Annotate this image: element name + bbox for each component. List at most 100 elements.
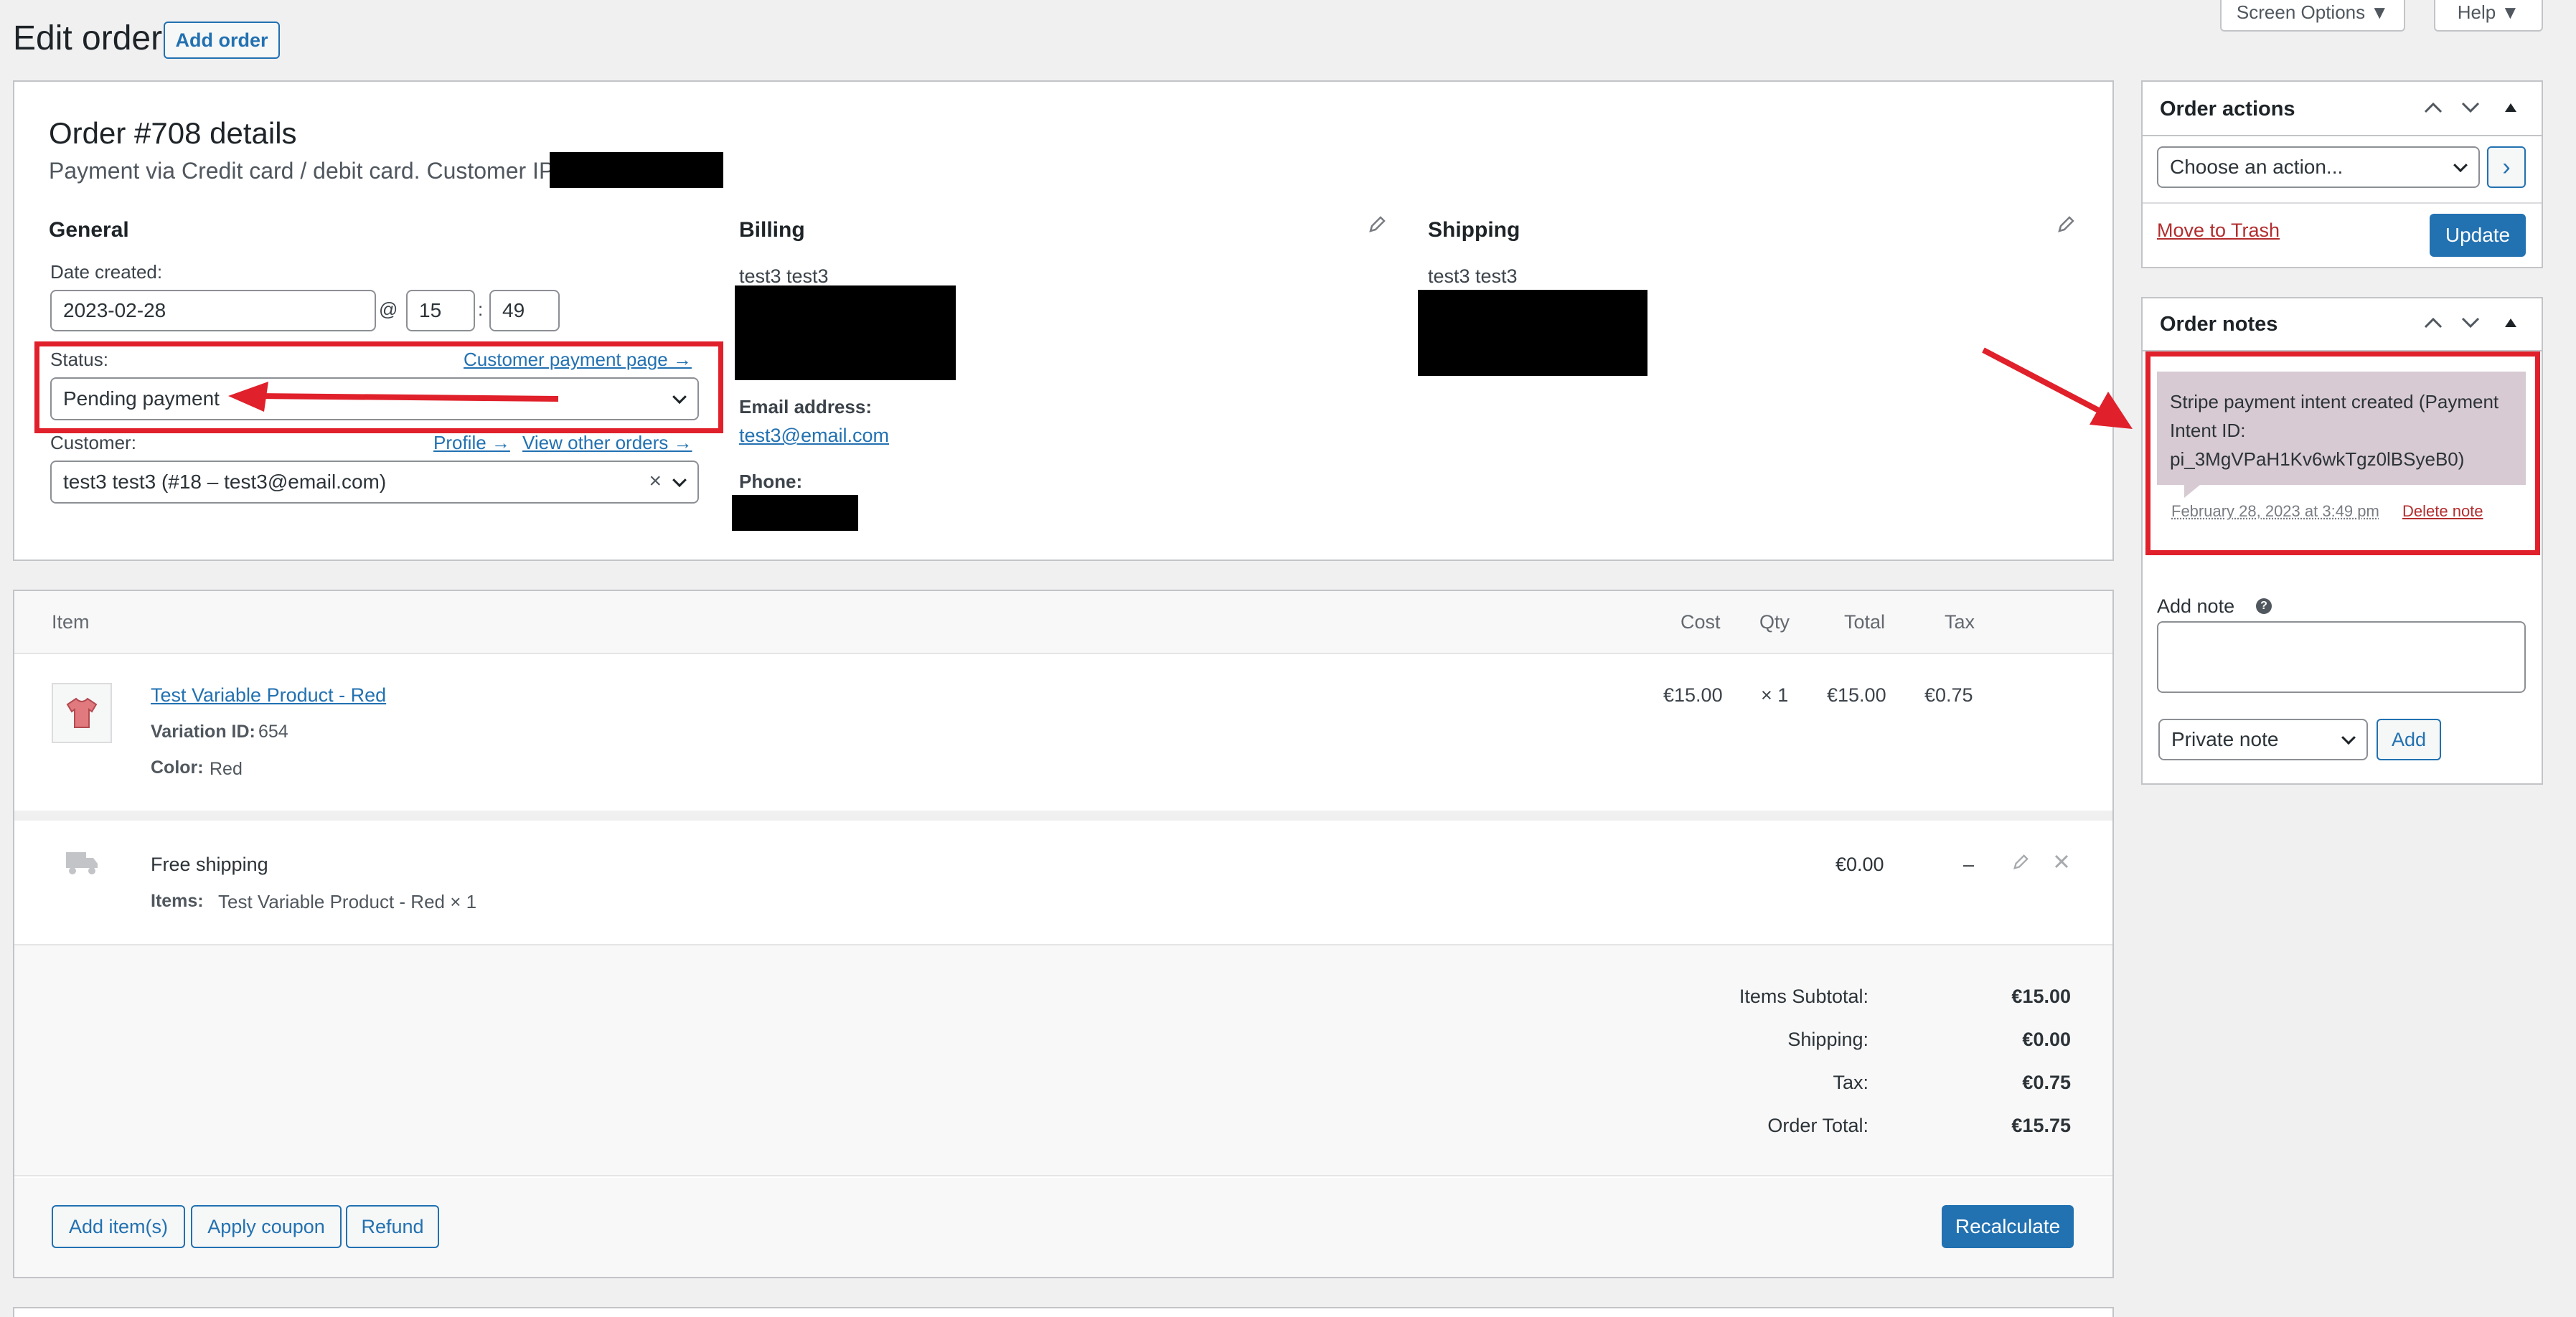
general-title: General	[49, 218, 129, 242]
hour-input[interactable]: 15	[406, 290, 475, 331]
row-divider	[14, 811, 2112, 821]
truck-icon	[66, 852, 98, 874]
time-colon: :	[478, 298, 484, 320]
move-down-chevron-icon[interactable]	[2460, 99, 2481, 116]
move-up-chevron-icon[interactable]	[2422, 99, 2444, 116]
subtotal-label: Items Subtotal:	[1739, 986, 1868, 1007]
product-thumbnail	[52, 683, 112, 743]
tshirt-icon	[66, 697, 98, 728]
add-order-button[interactable]: Add order	[164, 22, 280, 59]
product-link[interactable]: Test Variable Product - Red	[151, 684, 386, 707]
product-tax: €0.75	[1924, 684, 1973, 706]
order-action-select[interactable]: Choose an action...	[2157, 146, 2480, 188]
email-label: Email address:	[739, 396, 872, 417]
customer-select[interactable]: test3 test3 (#18 – test3@email.com) ×	[50, 461, 699, 504]
screen-options-button[interactable]: Screen Options ▼	[2220, 0, 2405, 32]
add-note-button[interactable]: Add	[2377, 719, 2441, 760]
tax-total-label: Tax:	[1833, 1072, 1868, 1093]
note-type-value: Private note	[2171, 728, 2279, 750]
shipping-items-value: Test Variable Product - Red × 1	[218, 891, 477, 912]
product-cost: €15.00	[1663, 684, 1723, 706]
column-tax: Tax	[1945, 611, 1975, 633]
delete-shipping-line-close-icon[interactable]	[2054, 854, 2069, 869]
order-action-value: Choose an action...	[2170, 156, 2344, 178]
chevron-down-icon	[672, 473, 687, 488]
view-other-orders-link[interactable]: View other orders →	[522, 432, 692, 454]
billing-phone-redacted	[732, 495, 858, 531]
move-to-trash-link[interactable]: Move to Trash	[2157, 220, 2280, 242]
order-note-bubble: Stripe payment intent created (Payment I…	[2157, 372, 2526, 485]
order-total-value: €15.75	[2011, 1115, 2071, 1136]
shipping-total-label: Shipping:	[1787, 1029, 1868, 1050]
update-button[interactable]: Update	[2430, 214, 2526, 257]
color-value: Red	[210, 759, 243, 779]
refund-button[interactable]: Refund	[346, 1205, 439, 1248]
shipping-line-tax: –	[1963, 854, 1975, 875]
chevron-down-icon	[2453, 158, 2468, 173]
column-item: Item	[52, 611, 90, 633]
collapse-triangle-icon[interactable]	[2504, 317, 2517, 329]
note-type-select[interactable]: Private note	[2158, 719, 2368, 760]
minute-input[interactable]: 49	[489, 290, 560, 331]
customer-ip-redacted	[550, 152, 723, 188]
collapse-triangle-icon[interactable]	[2504, 102, 2517, 113]
edit-billing-pencil-icon[interactable]	[1368, 215, 1386, 234]
customer-payment-page-link[interactable]: Customer payment page →	[464, 349, 692, 371]
delete-note-link[interactable]: Delete note	[2402, 502, 2483, 521]
column-total: Total	[1844, 611, 1886, 633]
variation-id-label: Variation ID:	[151, 722, 255, 742]
payment-info: Payment via Credit card / debit card. Cu…	[49, 158, 561, 184]
billing-name: test3 test3	[739, 265, 829, 287]
billing-address-redacted	[735, 285, 956, 380]
at-symbol: @	[379, 298, 398, 320]
status-label: Status:	[50, 349, 108, 370]
billing-email-link[interactable]: test3@email.com	[739, 425, 889, 447]
apply-coupon-button[interactable]: Apply coupon	[191, 1205, 342, 1248]
status-value: Pending payment	[63, 387, 220, 410]
order-heading: Order #708 details	[49, 116, 297, 150]
add-items-button[interactable]: Add item(s)	[52, 1205, 185, 1248]
shipping-name: test3 test3	[1428, 265, 1518, 287]
add-note-label: Add note	[2157, 595, 2235, 617]
move-down-chevron-icon[interactable]	[2460, 314, 2481, 331]
order-notes-title: Order notes	[2160, 313, 2278, 336]
billing-title: Billing	[739, 218, 805, 242]
order-note-text: Stripe payment intent created (Payment I…	[2170, 391, 2499, 470]
edit-shipping-line-pencil-icon[interactable]	[2012, 854, 2029, 871]
shipping-address-redacted	[1418, 290, 1647, 376]
note-bubble-tail	[2184, 485, 2200, 498]
shipping-method-name: Free shipping	[151, 854, 268, 875]
customer-value: test3 test3 (#18 – test3@email.com)	[63, 471, 387, 493]
column-cost: Cost	[1680, 611, 1721, 633]
column-qty: Qty	[1759, 611, 1790, 633]
chevron-down-icon	[672, 390, 687, 405]
shipping-total-value: €0.00	[2022, 1029, 2071, 1050]
variation-id-value: 654	[258, 722, 288, 742]
move-up-chevron-icon[interactable]	[2422, 314, 2444, 331]
order-actions-footer-divider	[2143, 202, 2542, 204]
help-tip-icon[interactable]: ?	[2256, 598, 2272, 614]
recalculate-button[interactable]: Recalculate	[1942, 1205, 2074, 1248]
phone-label: Phone:	[739, 471, 803, 492]
annotation-arrow-left	[228, 382, 559, 412]
clear-customer-icon[interactable]: ×	[649, 469, 662, 494]
apply-action-button[interactable]: ›	[2487, 146, 2526, 188]
page-title: Edit order	[13, 19, 163, 57]
product-qty: × 1	[1761, 684, 1789, 706]
annotation-arrow-right	[1982, 347, 2133, 429]
date-label: Date created:	[50, 261, 163, 283]
date-input[interactable]: 2023-02-28	[50, 290, 376, 331]
tax-total-value: €0.75	[2022, 1072, 2071, 1093]
product-total: €15.00	[1827, 684, 1886, 706]
help-button[interactable]: Help ▼	[2434, 0, 2543, 32]
edit-shipping-pencil-icon[interactable]	[2056, 215, 2075, 234]
profile-link[interactable]: Profile →	[433, 432, 510, 454]
shipping-line-total: €0.00	[1835, 854, 1884, 875]
items-header-bar	[14, 591, 2112, 654]
totals-area	[14, 944, 2112, 1176]
chevron-down-icon	[2341, 730, 2356, 745]
shipping-items-label: Items:	[151, 891, 204, 911]
add-note-textarea[interactable]	[2157, 621, 2526, 693]
order-total-label: Order Total:	[1767, 1115, 1868, 1136]
next-panel-edge	[13, 1307, 2114, 1317]
